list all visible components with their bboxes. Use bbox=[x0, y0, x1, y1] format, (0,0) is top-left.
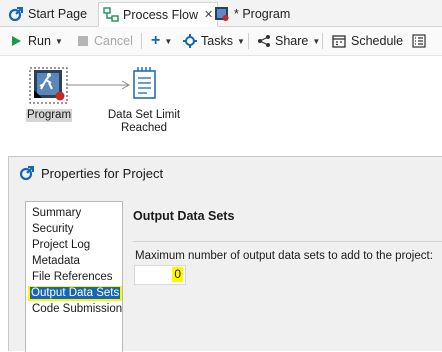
nav-item-summary[interactable]: Summary bbox=[30, 206, 83, 221]
tab-start-page[interactable]: Start Page bbox=[8, 2, 87, 25]
dialog-title: Properties for Project bbox=[19, 165, 163, 181]
share-button[interactable]: Share ▼ bbox=[257, 32, 320, 50]
max-output-datasets-input[interactable]: 0 bbox=[134, 265, 186, 285]
max-output-label: Maximum number of output data sets to ad… bbox=[135, 250, 433, 262]
run-label: Run bbox=[28, 34, 51, 48]
tab-bar: Start Page Process Flow ✕ * Program bbox=[0, 0, 442, 27]
stop-icon bbox=[78, 36, 88, 46]
tab-label: Start Page bbox=[28, 6, 88, 21]
toolbar-divider bbox=[141, 33, 142, 49]
dataset-label-line1: Data Set Limit bbox=[107, 109, 181, 121]
tab-label: Process Flow bbox=[123, 7, 199, 22]
dataset-node-label[interactable]: Data Set Limit Reached bbox=[104, 109, 184, 135]
cancel-label: Cancel bbox=[94, 34, 133, 48]
tab-label: * Program bbox=[234, 6, 291, 21]
tasks-label: Tasks bbox=[201, 34, 233, 48]
chevron-down-icon: ▼ bbox=[312, 36, 321, 46]
schedule-button[interactable]: Schedule bbox=[332, 32, 403, 50]
cancel-button[interactable]: Cancel bbox=[78, 32, 133, 50]
add-icon: + bbox=[151, 32, 161, 49]
properties-dialog: Properties for Project Summary Security … bbox=[8, 156, 442, 352]
section-divider bbox=[133, 241, 442, 242]
nav-item-security[interactable]: Security bbox=[30, 222, 76, 237]
nav-item-output-data-sets[interactable]: Output Data Sets bbox=[28, 286, 123, 301]
sas-logo-icon bbox=[19, 165, 35, 181]
schedule-label: Schedule bbox=[351, 34, 404, 48]
dataset-label-line2: Reached bbox=[120, 122, 168, 134]
toolbar: Run ▼ Cancel + ▼ Tasks ▼ Share ▼ Schedul… bbox=[0, 27, 442, 56]
dialog-title-text: Properties for Project bbox=[41, 165, 164, 181]
nav-item-code-submission[interactable]: Code Submission bbox=[30, 302, 124, 317]
program-node-icon[interactable] bbox=[34, 70, 65, 101]
close-icon[interactable]: ✕ bbox=[204, 8, 213, 21]
process-flow-canvas: Program Data Set Limit Reached bbox=[0, 56, 442, 154]
tasks-icon bbox=[183, 34, 197, 48]
flow-diagram bbox=[29, 67, 156, 104]
program-node-label[interactable]: Program bbox=[26, 109, 72, 122]
sas-home-icon bbox=[8, 6, 24, 22]
share-label: Share bbox=[275, 34, 309, 48]
add-button[interactable]: + ▼ bbox=[151, 32, 172, 50]
chevron-down-icon: ▼ bbox=[236, 36, 245, 46]
run-button[interactable]: Run ▼ bbox=[10, 32, 63, 50]
chevron-down-icon: ▼ bbox=[164, 36, 173, 46]
nav-item-label: Output Data Sets bbox=[30, 287, 121, 299]
process-flow-icon bbox=[103, 6, 119, 23]
section-title: Output Data Sets bbox=[133, 209, 235, 223]
properties-button[interactable] bbox=[412, 32, 426, 50]
calendar-icon bbox=[332, 35, 346, 48]
chevron-down-icon: ▼ bbox=[54, 36, 63, 46]
nav-item-project-log[interactable]: Project Log bbox=[30, 238, 92, 253]
tab-program[interactable]: * Program bbox=[214, 2, 290, 25]
properties-nav-list: Summary Security Project Log Metadata Fi… bbox=[25, 201, 123, 352]
notepad-icon[interactable] bbox=[133, 67, 156, 99]
toolbar-divider bbox=[248, 33, 249, 49]
tasks-button[interactable]: Tasks ▼ bbox=[183, 32, 245, 50]
toolbar-divider bbox=[322, 33, 323, 49]
max-output-value: 0 bbox=[172, 267, 183, 282]
run-icon bbox=[12, 36, 21, 46]
nav-item-metadata[interactable]: Metadata bbox=[30, 254, 82, 269]
tab-process-flow[interactable]: Process Flow ✕ bbox=[98, 2, 219, 27]
list-icon bbox=[412, 34, 426, 48]
program-icon bbox=[214, 6, 230, 22]
nav-item-file-references[interactable]: File References bbox=[30, 270, 115, 285]
share-icon bbox=[258, 35, 270, 47]
